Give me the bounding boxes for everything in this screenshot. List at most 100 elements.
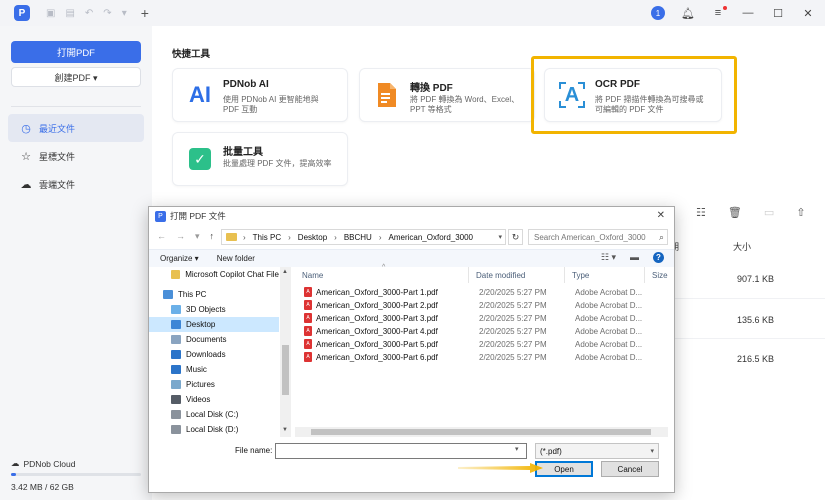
card-convert-pdf[interactable]: 轉換 PDF 將 PDF 轉換為 Word、Excel、PPT 等格式: [359, 68, 535, 122]
file-date: 2/20/2025 5:27 PM: [479, 314, 547, 323]
user-avatar[interactable]: 1: [651, 6, 665, 20]
view-controls: ☷ ▾ ▬ ?: [601, 252, 664, 263]
back-arrow-icon[interactable]: ←: [157, 231, 166, 242]
card-pdnob-ai[interactable]: AI PDNob AI 使用 PDNob AI 更智能地與 PDF 互動: [172, 68, 348, 122]
new-tab-plus-icon[interactable]: +: [141, 5, 149, 21]
column-header-name[interactable]: Name ^: [295, 264, 469, 283]
help-icon[interactable]: ?: [653, 252, 664, 263]
file-row[interactable]: A American_Oxford_3000-Part 2.pdf 2/20/202…: [295, 300, 670, 313]
list-view-icon[interactable]: ☷: [696, 206, 706, 219]
tree-item-selected[interactable]: Desktop: [149, 317, 279, 332]
scrollbar-thumb[interactable]: [282, 345, 289, 395]
save-icon[interactable]: ▣: [46, 8, 55, 19]
sidebar-item-cloud[interactable]: ☁ 雲端文件: [8, 170, 144, 198]
close-icon[interactable]: ✕: [657, 210, 665, 221]
scrollbar-thumb[interactable]: [311, 429, 651, 435]
breadcrumb-item[interactable]: BBCHU: [344, 233, 372, 242]
tree-item[interactable]: 3D Objects: [149, 302, 279, 317]
bell-icon[interactable]: 🔔︎: [681, 7, 695, 20]
tree-item[interactable]: This PC: [149, 287, 279, 302]
create-pdf-button[interactable]: 創建PDF ▾: [11, 67, 141, 87]
address-bar[interactable]: › This PC › Desktop › BBCHU › American_O…: [221, 229, 506, 245]
file-row[interactable]: A American_Oxford_3000-Part 1.pdf 2/20/202…: [295, 287, 670, 300]
folder-icon: [171, 270, 181, 279]
open-button[interactable]: Open: [535, 461, 593, 477]
3d-objects-icon: [171, 305, 181, 314]
file-type: Adobe Acrobat D...: [575, 353, 643, 362]
search-box[interactable]: ⌕: [528, 229, 668, 245]
file-row[interactable]: A American_Oxford_3000-Part 6.pdf 2/20/202…: [295, 352, 670, 365]
app-logo-icon: P: [14, 5, 30, 21]
column-header-type[interactable]: Type: [565, 267, 645, 283]
forward-arrow-icon[interactable]: →: [176, 231, 185, 242]
open-pdf-button[interactable]: 打開PDF: [11, 41, 141, 63]
tree-item[interactable]: Microsoft Copilot Chat File: [149, 267, 279, 282]
file-row[interactable]: A American_Oxford_3000-Part 3.pdf 2/20/202…: [295, 313, 670, 326]
column-header-date[interactable]: Date modified: [469, 267, 565, 283]
chevron-down-icon[interactable]: ▾: [122, 8, 127, 19]
upload-icon[interactable]: ⇧: [796, 206, 805, 219]
save-as-icon[interactable]: ▤: [65, 8, 74, 19]
column-header-size[interactable]: Size: [645, 267, 670, 283]
cloud-storage-title[interactable]: ☁ PDNob Cloud: [11, 458, 75, 469]
dialog-title: 打開 PDF 文件: [170, 211, 226, 221]
file-row[interactable]: A American_Oxford_3000-Part 5.pdf 2/20/202…: [295, 339, 670, 352]
row-divider: [672, 298, 825, 299]
tree-item[interactable]: Documents: [149, 332, 279, 347]
file-name-input[interactable]: [275, 443, 527, 459]
close-icon[interactable]: ✕: [801, 7, 815, 20]
tree-item-label: 3D Objects: [186, 305, 226, 314]
maximize-icon[interactable]: ☐: [771, 7, 785, 20]
scroll-up-icon[interactable]: ▲: [282, 269, 288, 275]
chevron-down-icon[interactable]: ▾: [498, 233, 502, 241]
ocr-highlight-frame: [531, 56, 737, 134]
trash-icon[interactable]: 🗑︎: [728, 206, 742, 219]
ai-icon: AI: [189, 82, 211, 107]
breadcrumb-item[interactable]: American_Oxford_3000: [389, 233, 474, 242]
preview-pane-icon[interactable]: ▬: [630, 252, 639, 263]
sidebar-item-starred[interactable]: ☆ 星標文件: [8, 142, 144, 170]
redo-icon[interactable]: ↷: [103, 8, 111, 19]
folder-icon[interactable]: ▭: [764, 206, 774, 219]
sidebar-item-label: 星標文件: [39, 151, 76, 162]
music-icon: [171, 365, 181, 374]
tree-item-label: Local Disk (C:): [186, 410, 239, 419]
file-name: American_Oxford_3000-Part 3.pdf: [316, 313, 438, 323]
menu-icon[interactable]: ≡: [711, 6, 727, 19]
tree-item[interactable]: Pictures: [149, 377, 279, 392]
chevron-down-icon[interactable]: ▾: [195, 231, 200, 242]
file-name: American_Oxford_3000-Part 4.pdf: [316, 326, 438, 336]
search-input[interactable]: [534, 232, 654, 242]
cancel-button[interactable]: Cancel: [601, 461, 659, 477]
up-arrow-icon[interactable]: ↑: [210, 231, 215, 242]
organize-button[interactable]: Organize ▾: [160, 254, 199, 263]
file-list-hscrollbar[interactable]: [295, 427, 668, 437]
tree-item[interactable]: Music: [149, 362, 279, 377]
column-header-label: Size: [652, 270, 668, 280]
file-type: Adobe Acrobat D...: [575, 340, 643, 349]
file-type-filter[interactable]: (*.pdf) ▾: [535, 443, 659, 459]
sidebar-item-recent[interactable]: ◷ 最近文件: [8, 114, 144, 142]
file-type: Adobe Acrobat D...: [575, 288, 643, 297]
tree-item[interactable]: Local Disk (C:): [149, 407, 279, 422]
breadcrumb-item[interactable]: This PC: [253, 233, 281, 242]
file-row[interactable]: A American_Oxford_3000-Part 4.pdf 2/20/202…: [295, 326, 670, 339]
minimize-icon[interactable]: —: [741, 7, 755, 19]
breadcrumb-item[interactable]: Desktop: [298, 233, 327, 242]
pdf-file-icon: A: [304, 300, 312, 310]
column-header-label: Name: [302, 270, 324, 280]
card-batch-tools[interactable]: ✓ 批量工具 批量處理 PDF 文件，提高效率: [172, 132, 348, 186]
tree-item[interactable]: Local Disk (D:): [149, 422, 279, 437]
command-bar: Organize ▾ New folder ☷ ▾ ▬ ?: [149, 249, 674, 267]
new-folder-button[interactable]: New folder: [217, 254, 255, 263]
view-options-icon[interactable]: ☷ ▾: [601, 252, 616, 263]
sidebar-item-label: 雲端文件: [39, 179, 76, 190]
refresh-icon[interactable]: ↻: [508, 229, 523, 245]
undo-icon[interactable]: ↶: [85, 8, 93, 19]
tree-item[interactable]: Videos: [149, 392, 279, 407]
scroll-down-icon[interactable]: ▼: [282, 427, 288, 433]
tree-item[interactable]: Downloads: [149, 347, 279, 362]
column-header-size[interactable]: 大小: [733, 240, 751, 253]
chevron-down-icon[interactable]: ▾: [515, 445, 519, 453]
tree-scrollbar[interactable]: ▲ ▼: [280, 267, 291, 437]
